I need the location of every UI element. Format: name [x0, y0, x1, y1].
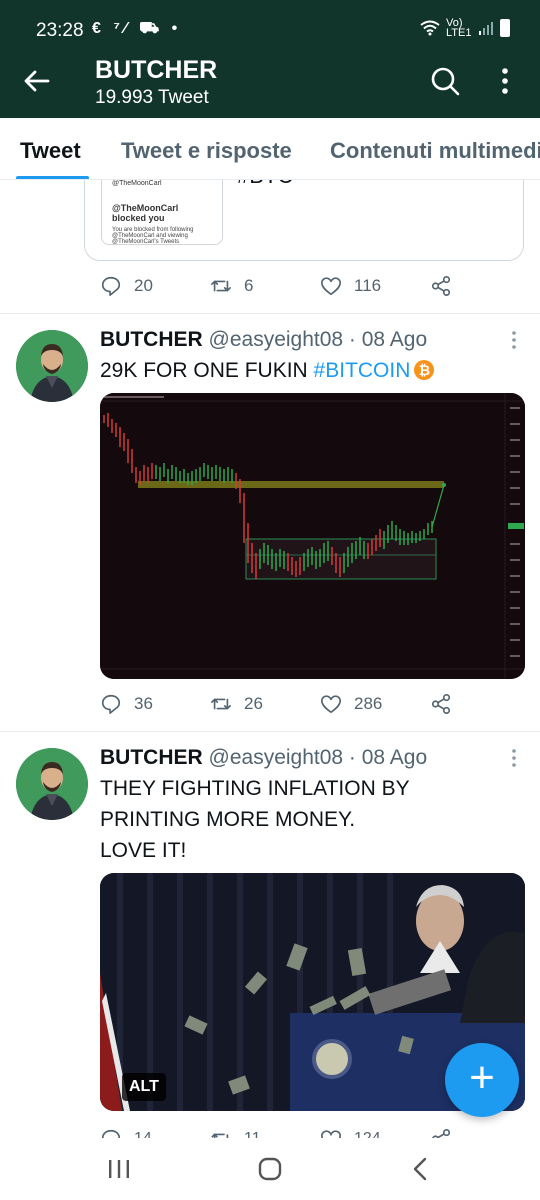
tweet-header: BUTCHER @easyeight08 · 08 Ago — [100, 328, 427, 352]
avatar[interactable] — [16, 330, 88, 402]
back-nav-icon[interactable] — [406, 1156, 436, 1182]
tweet-divider — [0, 731, 540, 732]
network-label: Vo) LTE1 — [446, 17, 472, 39]
reply-icon — [101, 276, 121, 296]
share-icon — [431, 694, 451, 714]
tweet-text: THEY FIGHTING INFLATION BY PRINTING MORE… — [100, 773, 410, 866]
status-bar: 23:28 € ⁷⁄ ⛟ • Vo) LTE1 — [0, 0, 540, 58]
tweet-more-icon[interactable] — [510, 748, 518, 768]
profile-tabs: Tweet Tweet e risposte Contenuti multime… — [0, 118, 540, 180]
tweet-text-line: LOVE IT! — [100, 839, 187, 862]
retweet-icon — [211, 280, 231, 292]
alt-text-badge[interactable]: ALT — [122, 1073, 166, 1101]
share-button[interactable] — [430, 693, 452, 715]
recent-apps-icon[interactable] — [104, 1156, 134, 1182]
quoted-body: You are blocked from following @TheMoonC… — [112, 227, 194, 245]
author-handle-date: @easyeight08 · 08 Ago — [208, 746, 428, 769]
like-count: 286 — [354, 694, 383, 713]
candlestick-chart-image — [100, 393, 525, 679]
reply-count: 36 — [134, 694, 153, 713]
active-tab-indicator — [16, 176, 89, 179]
tweet-actions: 20 6 116 — [100, 275, 520, 305]
avatar-illustration-icon — [16, 330, 88, 402]
search-icon[interactable] — [430, 66, 460, 96]
status-time: 23:28 — [36, 20, 84, 41]
like-button[interactable]: 286 — [320, 693, 382, 715]
heart-icon — [321, 695, 341, 714]
tweet-text-body: 29K FOR ONE FUKIN — [100, 359, 314, 382]
tweet-text: 29K FOR ONE FUKIN #BITCOIN ₿ — [100, 355, 435, 386]
battery-icon — [500, 19, 510, 37]
reply-button[interactable]: 20 — [100, 275, 153, 297]
reply-icon — [101, 694, 121, 714]
signal-icon — [479, 22, 493, 35]
home-icon[interactable] — [255, 1156, 285, 1182]
status-right: Vo) LTE1 — [420, 17, 510, 39]
notification-icons: € ⁷⁄ ⛟ • — [92, 20, 182, 37]
tweet-count: 19.993 Tweet — [95, 87, 209, 108]
tweet-actions: 36 26 286 — [100, 693, 520, 723]
bitcoin-emoji-icon: ₿ — [414, 360, 435, 380]
tweet-media-chart[interactable] — [100, 393, 525, 679]
retweet-icon — [211, 698, 231, 710]
profile-header: BUTCHER 19.993 Tweet — [0, 56, 540, 118]
tweet-text-line: PRINTING MORE MONEY. — [100, 808, 356, 831]
compose-tweet-button[interactable]: + — [445, 1043, 519, 1117]
retweet-count: 26 — [244, 694, 263, 713]
back-arrow-icon[interactable] — [22, 66, 52, 96]
tab-contenuti-multimediali[interactable]: Contenuti multimediali — [330, 138, 540, 164]
tab-tweet[interactable]: Tweet — [20, 138, 81, 164]
retweet-button[interactable]: 6 — [210, 275, 253, 297]
plus-icon: + — [469, 1053, 495, 1102]
more-options-icon[interactable] — [495, 66, 515, 96]
profile-name: BUTCHER — [95, 56, 218, 84]
author-name[interactable]: BUTCHER — [100, 328, 203, 351]
quoted-headline: @TheMoonCarl blocked you — [112, 203, 179, 223]
quoted-handle: @TheMoonCarl — [112, 180, 162, 187]
share-icon — [431, 276, 451, 296]
wifi-icon — [420, 20, 440, 36]
system-navigation-bar — [0, 1138, 540, 1200]
avatar-illustration-icon — [16, 748, 88, 820]
like-count: 116 — [354, 276, 382, 295]
retweet-button[interactable]: 26 — [210, 693, 263, 715]
tab-tweet-e-risposte[interactable]: Tweet e risposte — [121, 138, 292, 164]
reply-button[interactable]: 36 — [100, 693, 153, 715]
tweet-divider — [0, 313, 540, 314]
tweet-more-icon[interactable] — [510, 330, 518, 350]
heart-icon — [321, 277, 341, 296]
reply-count: 20 — [134, 276, 153, 295]
share-button[interactable] — [430, 275, 452, 297]
retweet-count: 6 — [244, 276, 254, 295]
author-handle-date: @easyeight08 · 08 Ago — [208, 328, 428, 351]
tweet-header: BUTCHER @easyeight08 · 08 Ago — [100, 746, 427, 770]
hashtag-link[interactable]: #BITCOIN — [314, 359, 411, 382]
tweet-text-line: THEY FIGHTING INFLATION BY — [100, 777, 410, 800]
author-name[interactable]: BUTCHER — [100, 746, 203, 769]
like-button[interactable]: 116 — [320, 275, 381, 297]
avatar[interactable] — [16, 748, 88, 820]
